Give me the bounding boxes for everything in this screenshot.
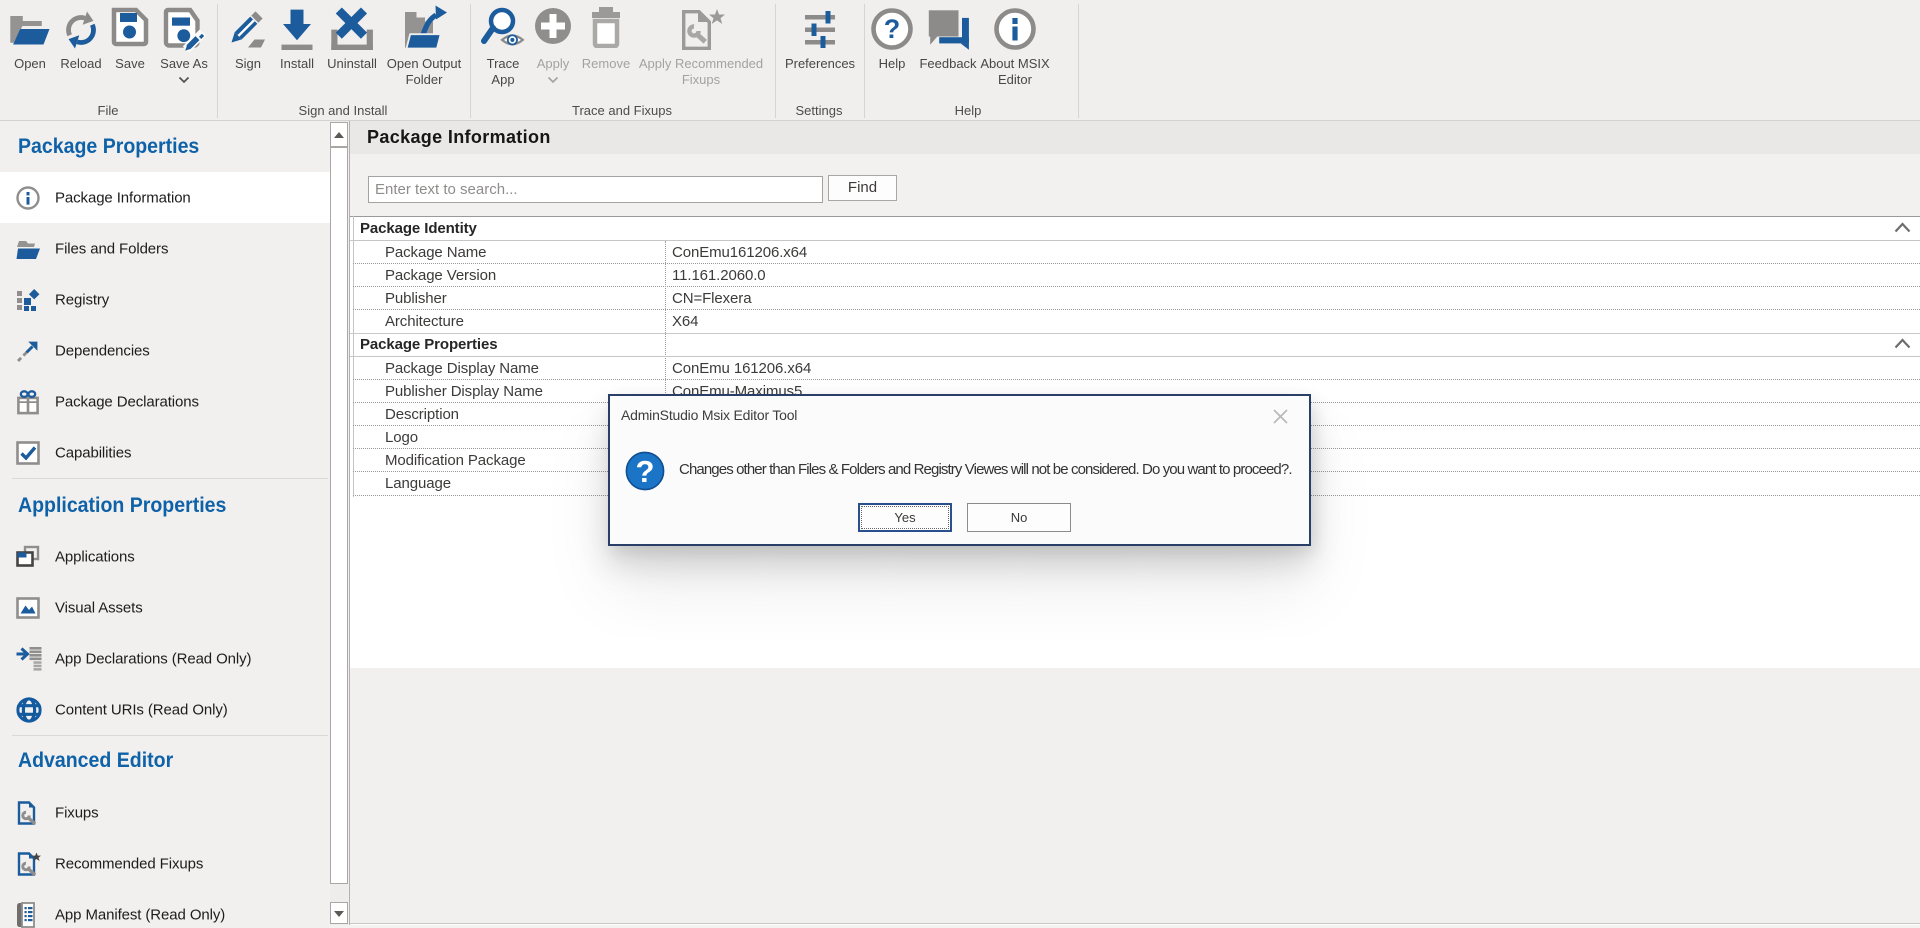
svg-text:?: ?	[884, 14, 901, 44]
svg-text:?: ?	[636, 454, 655, 489]
